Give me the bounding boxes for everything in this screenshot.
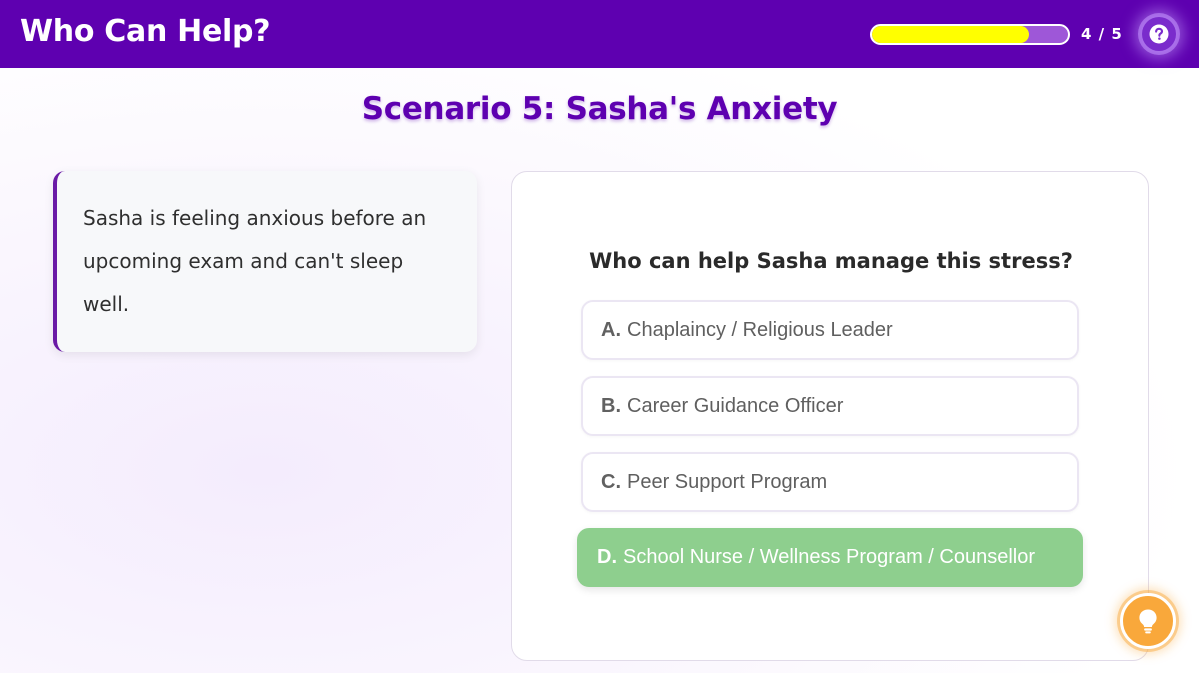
top-bar: Who Can Help? 4 / 5: [0, 0, 1199, 68]
option-label: School Nurse / Wellness Program / Counse…: [623, 546, 1036, 568]
question-panel: Who can help Sasha manage this stress? A…: [511, 171, 1149, 661]
option-letter: C.: [601, 470, 621, 493]
option-letter: A.: [601, 318, 621, 341]
option-a[interactable]: A. Chaplaincy / Religious Leader: [581, 300, 1079, 360]
option-label: Peer Support Program: [627, 470, 828, 493]
option-letter: B.: [601, 394, 621, 417]
hint-button[interactable]: [1120, 593, 1176, 649]
progress-bar: [870, 24, 1070, 45]
option-label: Career Guidance Officer: [627, 394, 844, 417]
help-button[interactable]: [1142, 17, 1176, 51]
progress-bar-fill: [872, 26, 1029, 43]
scenario-description: Sasha is feeling anxious before an upcom…: [83, 206, 427, 316]
lightbulb-icon: [1139, 609, 1157, 634]
option-label: Chaplaincy / Religious Leader: [627, 318, 893, 341]
option-b[interactable]: B. Career Guidance Officer: [581, 376, 1079, 436]
option-letter: D.: [597, 546, 617, 568]
option-c[interactable]: C. Peer Support Program: [581, 452, 1079, 512]
question-circle-icon: [1149, 24, 1169, 44]
app-title: Who Can Help?: [20, 14, 271, 49]
scenario-title: Scenario 5: Sasha's Anxiety: [361, 91, 838, 127]
progress-counter: 4 / 5: [1081, 25, 1123, 43]
scenario-card: Sasha is feeling anxious before an upcom…: [53, 171, 477, 352]
question-prompt: Who can help Sasha manage this stress?: [589, 249, 1073, 273]
option-d[interactable]: D. School Nurse / Wellness Program / Cou…: [577, 528, 1083, 587]
